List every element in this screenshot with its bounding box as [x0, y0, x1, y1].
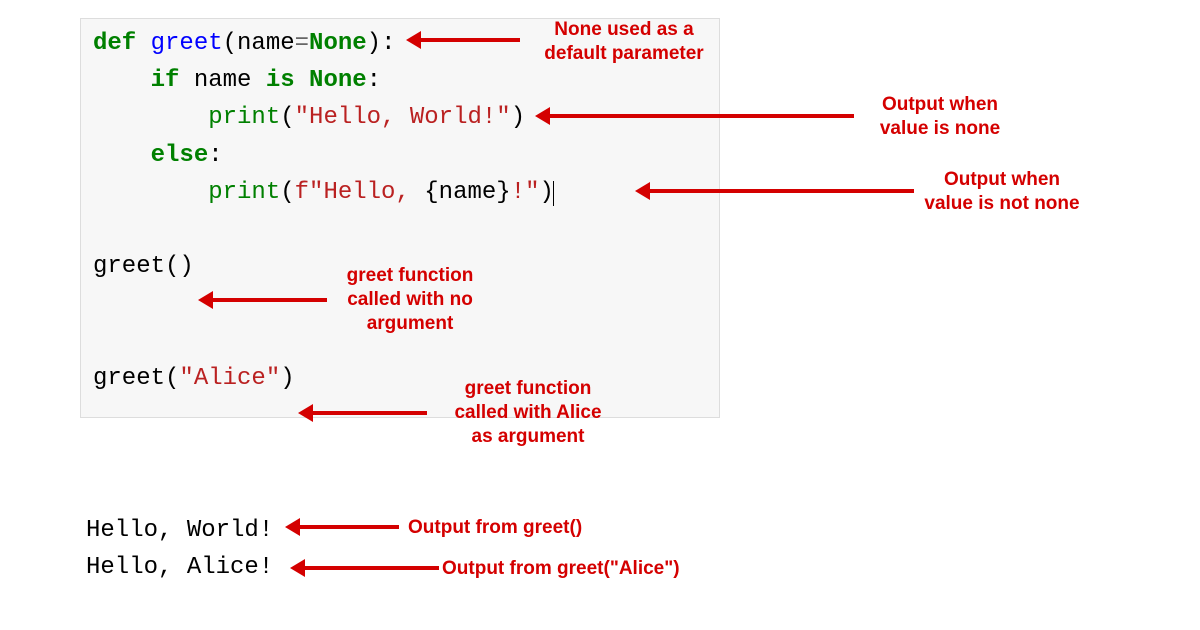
annotation-output-alice: Output from greet("Alice") — [442, 557, 680, 581]
output-area: Hello, World! Hello, Alice! — [86, 512, 273, 586]
code-blank-1 — [93, 211, 707, 248]
annotation-call-no-arg: greet functioncalled with noargument — [330, 264, 490, 335]
annotation-output-not-none: Output whenvalue is not none — [912, 168, 1092, 216]
text-cursor — [553, 181, 554, 206]
annotation-output-none: Output whenvalue is none — [860, 93, 1020, 141]
code-line-2: if name is None: — [93, 62, 707, 99]
code-line-5: print(f"Hello, {name}!") — [93, 174, 707, 211]
annotation-output-greet: Output from greet() — [408, 516, 582, 540]
annotation-call-alice: greet functioncalled with Aliceas argume… — [428, 377, 628, 448]
annotation-default-parameter: None used as adefault parameter — [524, 18, 724, 66]
code-block: def greet(name=None): if name is None: p… — [80, 18, 720, 418]
code-line-4: else: — [93, 137, 707, 174]
output-line-2: Hello, Alice! — [86, 549, 273, 586]
output-line-1: Hello, World! — [86, 512, 273, 549]
